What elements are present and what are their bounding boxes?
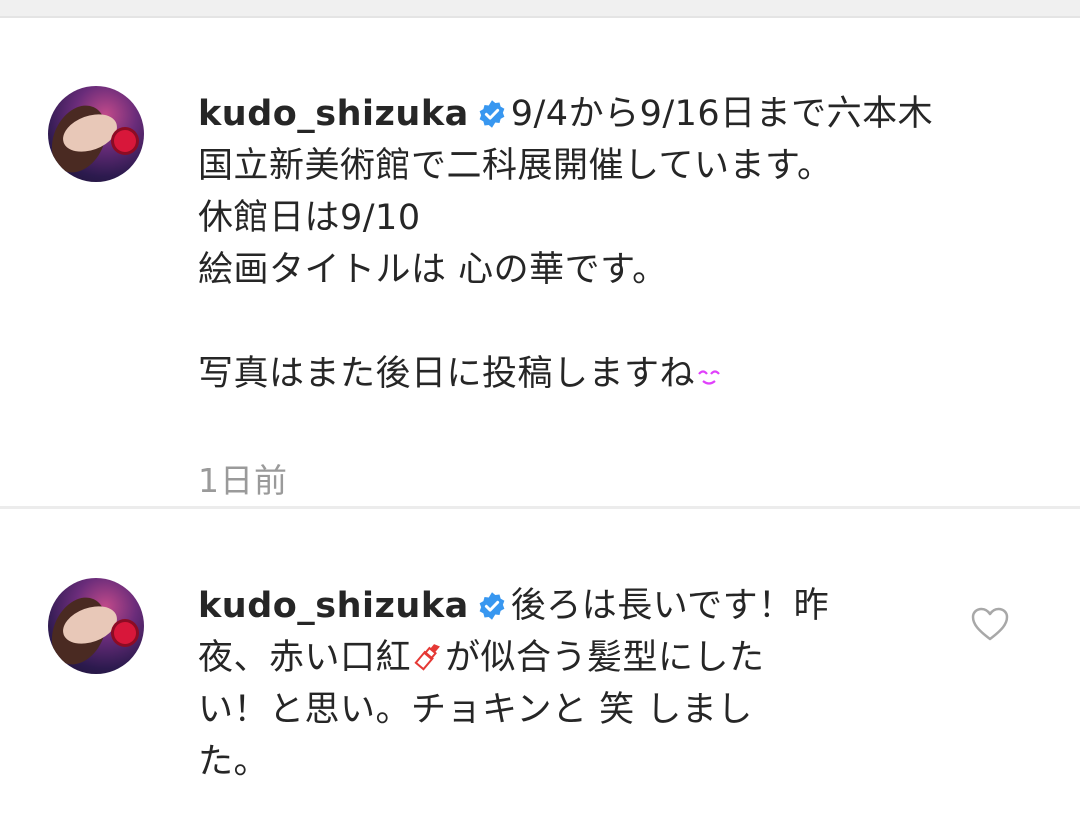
comment-blank-line [198, 296, 1028, 348]
comment-line: た。 [198, 742, 270, 782]
comment-divider [0, 506, 1080, 509]
comment-line: 夜、赤い口紅 [198, 638, 412, 678]
comment-timestamp: 1日前 [198, 461, 288, 500]
comment-line: 9/4から9/16日まで六本木 [510, 94, 934, 134]
comment-line: い！と思い。チョキンと 笑 しまし [198, 690, 753, 730]
username[interactable]: kudo_shizuka [198, 94, 469, 134]
smiling-eyes-emoji [698, 370, 720, 385]
comment-line: 後ろは長いです！昨 [510, 586, 830, 626]
comment-line: が似合う髪型にした [445, 638, 765, 678]
verified-badge-icon [479, 592, 505, 620]
comment-line: 休館日は9/10 [198, 198, 421, 238]
lipstick-emoji [414, 644, 440, 671]
comment-text: kudo_shizuka 後ろは長いです！昨 夜、赤い口紅 が似合う髪型にした い！… [198, 580, 918, 788]
heart-outline-icon[interactable] [970, 606, 1010, 642]
comment-line: 国立新美術館で二科展開催しています。 [198, 146, 833, 186]
username[interactable]: kudo_shizuka [198, 586, 469, 626]
verified-badge-icon [479, 100, 505, 128]
comment-text: kudo_shizuka 9/4から9/16日まで六本木 国立新美術館で二科展開催… [198, 88, 1028, 400]
comment-line: 写真はまた後日に投稿しますね [198, 354, 696, 394]
top-divider-strip [0, 0, 1080, 18]
avatar[interactable] [48, 578, 144, 674]
avatar[interactable] [48, 86, 144, 182]
comment-line: 絵画タイトルは 心の華です。 [198, 250, 668, 290]
